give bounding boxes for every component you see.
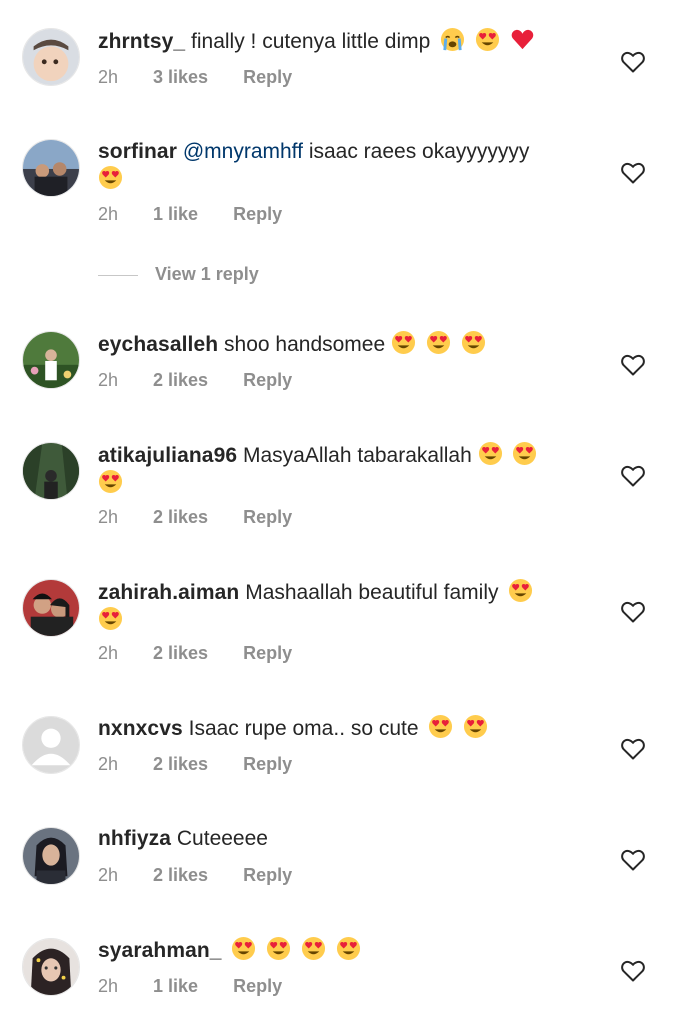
timestamp: 2h bbox=[98, 754, 119, 774]
red-heart-icon bbox=[510, 27, 535, 52]
reply-button[interactable]: Reply bbox=[233, 976, 282, 997]
loudly-crying-face-icon bbox=[440, 27, 465, 52]
likes-count[interactable]: 1 like bbox=[153, 976, 198, 997]
comment-body: nhfiyza Cuteeeee bbox=[98, 825, 578, 852]
username[interactable]: syarahman_ bbox=[98, 939, 222, 962]
comment-meta: 2h 3 likes Reply bbox=[98, 67, 292, 88]
comment-text: Isaac rupe oma.. so cute bbox=[188, 717, 419, 740]
comment-meta: 2h 2 likes Reply bbox=[98, 643, 292, 664]
comment-text: isaac raees okayyyyyyy bbox=[308, 140, 530, 163]
username[interactable]: nxnxcvs bbox=[98, 717, 183, 740]
comment-meta: 2h 2 likes Reply bbox=[98, 507, 292, 528]
reply-button[interactable]: Reply bbox=[243, 370, 292, 391]
username[interactable]: zahirah.aiman bbox=[98, 581, 239, 604]
heart-eyes-icon bbox=[98, 469, 123, 494]
likes-count[interactable]: 2 likes bbox=[153, 754, 208, 775]
comment-body: zahirah.aiman Mashaallah beautiful famil… bbox=[98, 578, 578, 634]
comment-text: Cuteeeee bbox=[176, 827, 268, 850]
timestamp: 2h bbox=[98, 976, 119, 996]
likes-count[interactable]: 2 likes bbox=[153, 370, 208, 391]
username[interactable]: atikajuliana96 bbox=[98, 444, 237, 467]
view-replies-button[interactable]: View 1 reply bbox=[98, 264, 259, 285]
heart-eyes-icon bbox=[336, 936, 361, 961]
reply-button[interactable]: Reply bbox=[243, 67, 292, 88]
username[interactable]: eychasalleh bbox=[98, 333, 218, 356]
timestamp: 2h bbox=[98, 204, 119, 224]
likes-count[interactable]: 2 likes bbox=[153, 507, 208, 528]
comment-meta: 2h 2 likes Reply bbox=[98, 370, 292, 391]
avatar[interactable] bbox=[22, 28, 80, 86]
likes-count[interactable]: 1 like bbox=[153, 204, 198, 225]
heart-eyes-icon bbox=[508, 578, 533, 603]
heart-eyes-icon bbox=[512, 441, 537, 466]
reply-divider-line bbox=[98, 274, 138, 276]
heart-outline-icon[interactable] bbox=[621, 162, 645, 184]
comment-body: atikajuliana96 MasyaAllah tabarakallah bbox=[98, 441, 578, 497]
comment-body: zhrntsy_ finally ! cutenya little dimp bbox=[98, 27, 578, 55]
heart-eyes-icon bbox=[428, 714, 453, 739]
comment-text: finally ! cutenya little dimp bbox=[191, 30, 431, 53]
heart-eyes-icon bbox=[475, 27, 500, 52]
reply-button[interactable]: Reply bbox=[243, 865, 292, 886]
timestamp: 2h bbox=[98, 370, 119, 390]
avatar[interactable] bbox=[22, 331, 80, 389]
reply-button[interactable]: Reply bbox=[233, 204, 282, 225]
comment-meta: 2h 1 like Reply bbox=[98, 204, 282, 225]
heart-eyes-icon bbox=[463, 714, 488, 739]
comment-body: eychasalleh shoo handsomee bbox=[98, 330, 578, 358]
heart-outline-icon[interactable] bbox=[621, 738, 645, 760]
heart-eyes-icon bbox=[426, 330, 451, 355]
comment-body: nxnxcvs Isaac rupe oma.. so cute bbox=[98, 714, 578, 742]
likes-count[interactable]: 2 likes bbox=[153, 643, 208, 664]
comment-text: MasyaAllah tabarakallah bbox=[242, 444, 472, 467]
username[interactable]: sorfinar bbox=[98, 140, 177, 163]
timestamp: 2h bbox=[98, 865, 119, 885]
comment-text: Mashaallah beautiful family bbox=[245, 581, 499, 604]
avatar[interactable] bbox=[22, 938, 80, 996]
heart-eyes-icon bbox=[231, 936, 256, 961]
heart-outline-icon[interactable] bbox=[621, 849, 645, 871]
heart-outline-icon[interactable] bbox=[621, 51, 645, 73]
username[interactable]: zhrntsy_ bbox=[98, 30, 185, 53]
timestamp: 2h bbox=[98, 643, 119, 663]
heart-outline-icon[interactable] bbox=[621, 960, 645, 982]
avatar[interactable] bbox=[22, 139, 80, 197]
reply-button[interactable]: Reply bbox=[243, 507, 292, 528]
comment-body: syarahman_ bbox=[98, 936, 578, 964]
comment-meta: 2h 2 likes Reply bbox=[98, 865, 292, 886]
comment-body: sorfinar @mnyramhff isaac raees okayyyyy… bbox=[98, 138, 578, 193]
likes-count[interactable]: 3 likes bbox=[153, 67, 208, 88]
avatar[interactable] bbox=[22, 442, 80, 500]
comment-meta: 2h 2 likes Reply bbox=[98, 754, 292, 775]
view-replies-label: View 1 reply bbox=[155, 264, 259, 284]
avatar[interactable] bbox=[22, 579, 80, 637]
heart-eyes-icon bbox=[301, 936, 326, 961]
timestamp: 2h bbox=[98, 507, 119, 527]
heart-outline-icon[interactable] bbox=[621, 601, 645, 623]
heart-eyes-icon bbox=[461, 330, 486, 355]
heart-eyes-icon bbox=[478, 441, 503, 466]
heart-eyes-icon bbox=[98, 606, 123, 631]
heart-eyes-icon bbox=[391, 330, 416, 355]
mention-link[interactable]: @mnyramhff bbox=[183, 140, 303, 163]
heart-eyes-icon bbox=[98, 165, 123, 190]
reply-button[interactable]: Reply bbox=[243, 754, 292, 775]
reply-button[interactable]: Reply bbox=[243, 643, 292, 664]
comment-meta: 2h 1 like Reply bbox=[98, 976, 282, 997]
heart-outline-icon[interactable] bbox=[621, 465, 645, 487]
likes-count[interactable]: 2 likes bbox=[153, 865, 208, 886]
avatar[interactable] bbox=[22, 716, 80, 774]
heart-eyes-icon bbox=[266, 936, 291, 961]
username[interactable]: nhfiyza bbox=[98, 827, 171, 850]
heart-outline-icon[interactable] bbox=[621, 354, 645, 376]
timestamp: 2h bbox=[98, 67, 119, 87]
avatar[interactable] bbox=[22, 827, 80, 885]
comment-text: shoo handsomee bbox=[224, 333, 386, 356]
